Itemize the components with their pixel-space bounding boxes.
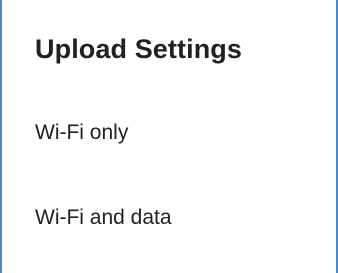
option-wifi-and-data[interactable]: Wi-Fi and data [35, 206, 172, 230]
option-wifi-only[interactable]: Wi-Fi only [35, 121, 128, 145]
screen: Upload Settings Wi-Fi only Wi-Fi and dat… [0, 0, 338, 273]
upload-settings-dialog: Upload Settings Wi-Fi only Wi-Fi and dat… [2, 0, 336, 273]
dialog-title: Upload Settings [35, 34, 243, 64]
